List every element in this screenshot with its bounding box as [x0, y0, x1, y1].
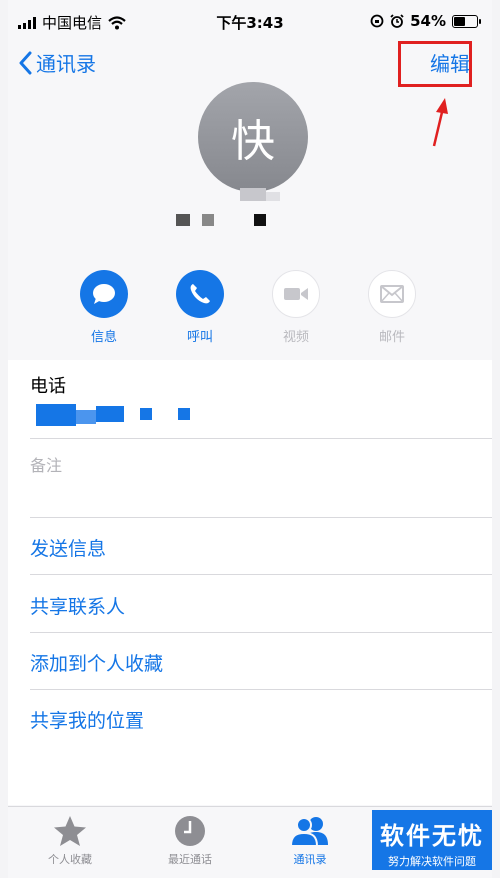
watermark-main: 软件无忧	[380, 822, 484, 850]
contacts-people-icon	[289, 817, 328, 847]
tab-favorites[interactable]: 个人收藏	[22, 815, 118, 867]
divider	[30, 689, 492, 690]
watermark-logo: 软件无忧 努力解决软件问题	[372, 810, 492, 870]
divider	[30, 632, 492, 633]
tab-recents-label: 最近通话	[168, 853, 212, 866]
redacted-pixels	[266, 192, 280, 201]
add-favorite-link[interactable]: 添加到个人收藏	[30, 649, 492, 676]
battery-icon	[452, 14, 481, 28]
message-action-circle[interactable]	[80, 270, 128, 318]
arrow-annotation-icon	[432, 98, 448, 147]
status-bar: 中国电信 下午3:43 54%	[8, 8, 492, 36]
message-action[interactable]: 信息	[80, 270, 128, 345]
video-action[interactable]: 视频	[272, 270, 320, 345]
redacted-pixels	[96, 406, 124, 422]
battery-percent: 54%	[410, 12, 446, 30]
redacted-pixels	[76, 410, 96, 424]
video-action-circle[interactable]	[272, 270, 320, 318]
chevron-left-icon	[19, 51, 32, 74]
video-camera-icon	[284, 288, 308, 300]
message-action-label: 信息	[90, 330, 117, 345]
tab-contacts[interactable]: 通讯录	[262, 815, 358, 867]
share-location-link[interactable]: 共享我的位置	[30, 706, 492, 733]
star-icon	[54, 816, 86, 846]
call-action-label: 呼叫	[186, 330, 213, 345]
divider	[30, 574, 492, 575]
redacted-pixels	[178, 408, 190, 420]
tab-recents[interactable]: 最近通话	[142, 815, 238, 867]
mail-action[interactable]: 邮件	[368, 270, 416, 345]
call-action[interactable]: 呼叫	[176, 270, 224, 345]
divider	[30, 517, 492, 518]
note-field[interactable]: 备注	[30, 452, 492, 476]
send-message-link[interactable]: 发送信息	[30, 534, 492, 561]
divider	[30, 438, 492, 439]
mail-action-label: 邮件	[378, 330, 405, 345]
tab-contacts-label: 通讯录	[293, 853, 327, 866]
mail-action-circle[interactable]	[368, 270, 416, 318]
rotation-lock-icon	[370, 14, 384, 28]
redacted-pixels	[140, 408, 152, 420]
redacted-pixels	[254, 214, 266, 226]
redacted-phone-number	[36, 404, 76, 426]
alarm-icon	[390, 14, 404, 28]
video-action-label: 视频	[282, 330, 309, 345]
tab-favorites-label: 个人收藏	[48, 853, 92, 866]
avatar-initial: 快	[231, 116, 275, 167]
phone-label: 电话	[30, 376, 66, 397]
redacted-pixels	[176, 214, 190, 226]
back-button[interactable]: 通讯录	[18, 48, 96, 77]
highlight-box	[398, 41, 472, 87]
message-bubble-icon	[93, 284, 115, 304]
watermark-sub: 努力解决软件问题	[388, 855, 476, 868]
share-contact-link[interactable]: 共享联系人	[30, 592, 492, 619]
back-label: 通讯录	[36, 52, 96, 76]
mail-icon	[380, 285, 404, 303]
quick-actions: 信息 呼叫 视频 邮件	[80, 270, 416, 345]
status-right: 54%	[370, 12, 481, 30]
phone-icon	[190, 284, 210, 304]
redacted-pixels	[240, 188, 266, 201]
contact-details: 电话 备注 发送信息 共享联系人 添加到个人收藏 共享我的位置	[8, 360, 492, 805]
call-action-circle[interactable]	[176, 270, 224, 318]
redacted-pixels	[202, 214, 214, 226]
contact-avatar: 快	[198, 82, 308, 192]
clock-icon	[175, 816, 205, 846]
